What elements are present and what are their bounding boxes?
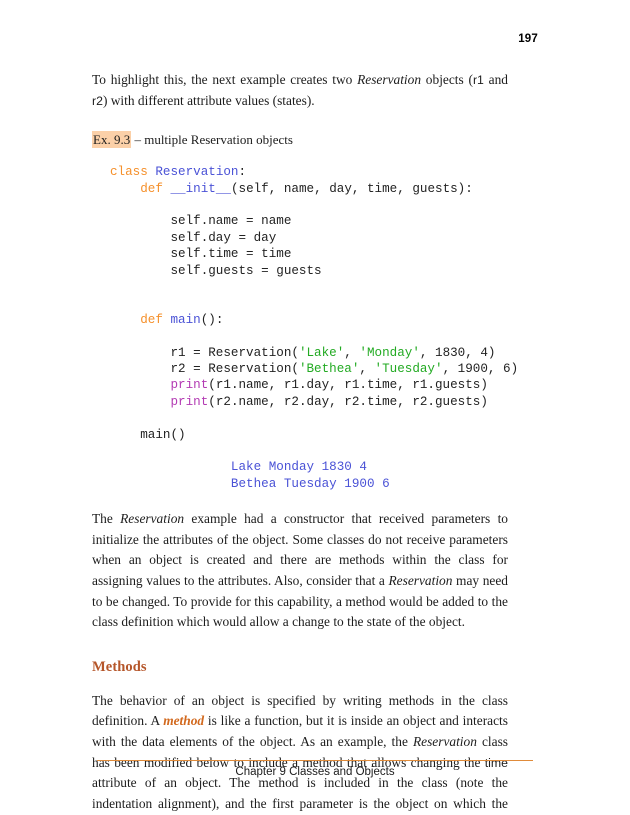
code-line: self.guests = guests: [110, 263, 508, 279]
m-part4: attribute of an object. The method is in…: [92, 775, 508, 811]
p2-italic-reservation-1: Reservation: [120, 511, 185, 527]
intro-code-r1: r1: [472, 73, 484, 87]
code-token-plain: self.name = name: [110, 214, 292, 229]
intro-text-part4: ) with different attribute values (state…: [102, 92, 315, 108]
code-token-plain: ():: [200, 312, 224, 327]
code-token-plain: (r2.name, r2.day, r2.time, r2.guests): [208, 394, 488, 409]
code-token-plain: main(): [110, 427, 186, 442]
intro-code-r2: r2: [92, 93, 103, 108]
code-line: def main():: [110, 312, 508, 328]
code-token-plain: self.day = day: [110, 230, 277, 245]
m-italic-reservation: Reservation: [412, 733, 477, 749]
intro-paragraph: To highlight this, the next example crea…: [92, 70, 508, 111]
document-page: 197 To highlight this, the next example …: [0, 0, 630, 815]
footer-text: Chapter 9 Classes and Objects: [235, 766, 395, 778]
code-block: class Reservation: def __init__(self, na…: [110, 164, 518, 492]
p2-part1: The: [92, 511, 121, 527]
code-token-plain: ,: [359, 362, 375, 376]
intro-italic-reservation: Reservation: [357, 72, 422, 87]
code-token-fn: __init__: [170, 181, 231, 196]
code-token-plain: ,: [344, 345, 360, 360]
code-token-out: Lake Monday 1830 4: [230, 460, 367, 475]
code-token-out: Bethea Tuesday 1900 6: [230, 476, 390, 491]
code-line: print(r1.name, r1.day, r1.time, r1.guest…: [110, 377, 508, 393]
m-term-method: method: [163, 713, 205, 729]
code-token-kw: def: [140, 181, 163, 196]
intro-text-part1: To highlight this, the next example crea…: [92, 72, 358, 87]
code-token-plain: :: [238, 165, 247, 180]
code-line: print(r2.name, r2.day, r2.time, r2.guest…: [110, 394, 508, 410]
page-content: To highlight this, the next example crea…: [92, 70, 518, 815]
paragraph-after-code: The Reservation example had a constructo…: [92, 509, 508, 633]
code-token-str: 'Monday': [359, 345, 420, 360]
code-token-bif: print: [170, 394, 209, 409]
code-token-kw: class: [110, 165, 148, 180]
code-line: self.day = day: [110, 230, 508, 246]
code-token-bif: print: [170, 378, 209, 393]
code-line: def __init__(self, name, day, time, gues…: [110, 181, 508, 197]
example-caption-text: – multiple Reservation objects: [131, 132, 293, 148]
code-token-plain: self.guests = guests: [110, 263, 322, 278]
code-token-plain: (r1.name, r1.day, r1.time, r1.guests): [208, 378, 488, 393]
code-line: Bethea Tuesday 1900 6: [110, 476, 508, 492]
intro-text-part2: objects (: [421, 72, 473, 87]
code-token-plain: , 1830, 4): [419, 345, 496, 360]
code-token-fn: main: [170, 312, 201, 327]
code-token-plain: self.time = time: [110, 247, 292, 262]
code-token-str: 'Tuesday': [374, 362, 443, 376]
section-heading-methods: Methods: [92, 658, 147, 675]
example-tag: Ex. 9.3: [92, 131, 132, 149]
code-token-plain: r2 = Reservation(: [110, 362, 299, 376]
code-token-plain: (self, name, day, time, guests):: [230, 181, 473, 196]
intro-text-part3: and: [483, 72, 508, 87]
code-token-plain: , 1900, 6): [442, 362, 519, 376]
code-token-fn: Reservation: [155, 165, 239, 180]
code-line: class Reservation:: [110, 164, 508, 180]
p2-italic-reservation-2: Reservation: [388, 573, 453, 588]
code-line: main(): [110, 427, 508, 443]
code-line: self.name = name: [110, 213, 508, 229]
code-line: r2 = Reservation('Bethea', 'Tuesday', 19…: [110, 361, 518, 377]
footer-divider: [97, 760, 533, 761]
code-line: self.time = time: [110, 246, 508, 262]
methods-paragraph: The behavior of an object is specified b…: [92, 691, 508, 815]
example-caption: Ex. 9.3 – multiple Reservation objects: [92, 131, 508, 149]
code-token-kw: def: [140, 312, 163, 327]
code-token-str: 'Lake': [298, 345, 345, 360]
code-token-plain: r1 = Reservation(: [110, 345, 299, 360]
page-number: 197: [518, 33, 538, 45]
code-line: r1 = Reservation('Lake', 'Monday', 1830,…: [110, 345, 508, 361]
code-token-str: 'Bethea': [298, 362, 360, 376]
code-line: Lake Monday 1830 4: [110, 459, 508, 475]
